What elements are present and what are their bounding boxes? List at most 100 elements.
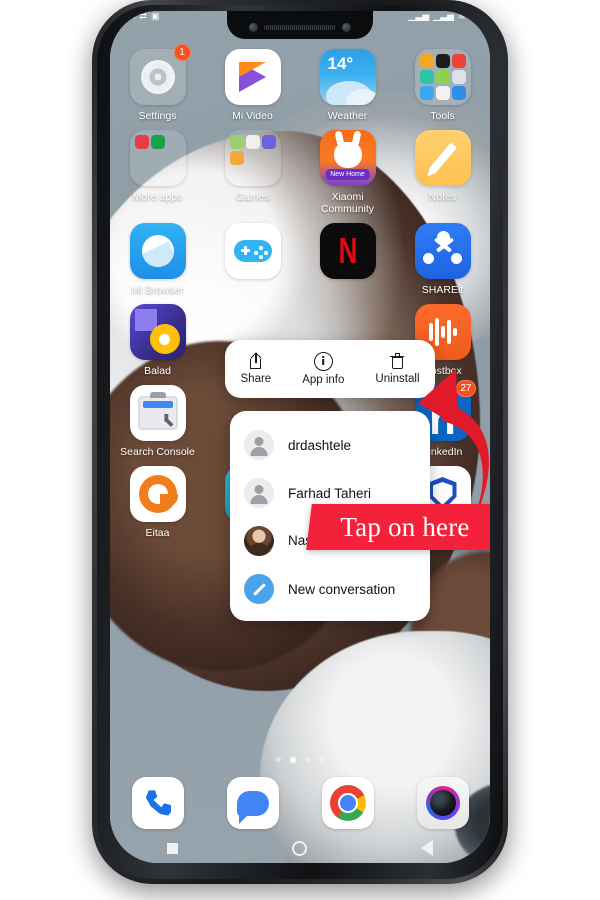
notch	[227, 11, 373, 39]
folder-more-apps[interactable]: More apps	[115, 130, 201, 215]
dock-app-messages[interactable]	[210, 777, 296, 829]
annotation-banner-text: Tap on here	[340, 511, 470, 542]
app-label: Mi Browser	[131, 284, 184, 296]
status-bar-right: ▁▃▅ ▁▃▅ ≋ ▭	[408, 11, 478, 21]
context-menu-label: Share	[240, 373, 272, 385]
app-mi-browser[interactable]: Mi Browser	[115, 223, 201, 296]
app-notes[interactable]: Notes	[400, 130, 486, 215]
balad-icon	[129, 304, 186, 360]
earpiece-speaker	[264, 25, 336, 30]
shareit-icon	[414, 223, 471, 279]
app-settings[interactable]: 1 Settings	[115, 44, 201, 122]
dock-app-chrome[interactable]	[305, 777, 391, 829]
person-placeholder-avatar	[244, 430, 274, 460]
battery-icon: ▭	[469, 11, 478, 21]
weather-temperature: 14°	[327, 54, 354, 73]
app-xiaomi-community[interactable]: New Home Xiaomi Community	[305, 130, 391, 215]
signal-icon: ▁▃▅	[408, 11, 430, 21]
wifi-icon: ≋	[457, 11, 466, 21]
app-row: 1 Settings Mi Video 14° Weather Tools	[110, 44, 490, 122]
app-mi-video[interactable]: Mi Video	[210, 49, 296, 122]
app-context-menu: Share App info Uninstall	[225, 340, 435, 398]
dock-app-phone[interactable]	[115, 777, 201, 829]
shortcut-label: drdashtele	[288, 437, 352, 453]
pencil-icon	[244, 574, 274, 604]
triangle-icon[interactable]	[421, 840, 433, 856]
app-label: Games	[235, 191, 270, 203]
app-row: Mi Browser N SHAREit	[110, 223, 490, 296]
status-bar-left: AM ⇄ ▣	[122, 11, 160, 21]
person-placeholder-avatar	[244, 478, 274, 508]
clock-meridiem: AM	[122, 11, 136, 21]
app-label: Weather	[327, 110, 368, 122]
eitaa-icon	[129, 466, 186, 522]
page-dot[interactable]	[319, 757, 324, 762]
phone-screen: AM ⇄ ▣ ▁▃▅ ▁▃▅ ≋ ▭ 1 Settings Mi Video 1…	[110, 11, 490, 863]
app-weather[interactable]: 14° Weather	[305, 49, 391, 122]
weather-icon: 14°	[319, 49, 376, 105]
linkedin-badge: 27	[456, 380, 476, 397]
shortcut-item-new-conversation[interactable]: New conversation	[230, 565, 430, 613]
folder-games[interactable]: Games	[210, 130, 296, 215]
sync-icon: ⇄	[139, 11, 148, 21]
settings-badge: 1	[173, 44, 191, 61]
app-shareit[interactable]: SHAREit	[400, 223, 486, 296]
dock	[110, 777, 490, 829]
search-console-icon	[129, 385, 186, 441]
share-icon	[247, 352, 264, 370]
shortcut-label: New conversation	[288, 581, 396, 597]
xiaomi-community-icon: New Home	[319, 130, 376, 186]
screenshot-root: AM ⇄ ▣ ▁▃▅ ▁▃▅ ≋ ▭ 1 Settings Mi Video 1…	[0, 0, 600, 900]
tools-folder-icon	[414, 49, 471, 105]
app-label: Tools	[430, 110, 455, 122]
app-label: Settings	[138, 110, 177, 122]
context-menu-uninstall[interactable]: Uninstall	[375, 353, 420, 385]
circle-icon[interactable]	[292, 840, 307, 856]
shortcut-item-drdashtele[interactable]: drdashtele	[230, 421, 430, 469]
signal-icon-2: ▁▃▅	[433, 11, 454, 21]
app-row: More apps Games New Home Xiaomi Communit…	[110, 130, 490, 215]
app-game-center[interactable]	[210, 223, 296, 296]
annotation-banner: Tap on here	[306, 504, 490, 550]
dock-app-camera[interactable]	[400, 777, 486, 829]
app-label: Mi Video	[232, 110, 273, 122]
app-search-console[interactable]: Search Console	[115, 385, 201, 458]
page-dot-active[interactable]	[290, 757, 296, 763]
app-label: Notes	[428, 191, 457, 203]
mi-browser-icon	[129, 223, 186, 279]
games-folder-icon	[224, 130, 281, 186]
new-home-ribbon: New Home	[325, 169, 370, 180]
context-menu-share[interactable]: Share	[240, 352, 272, 385]
app-label: SHAREit	[421, 284, 464, 296]
camera-icon	[416, 777, 469, 829]
sim-icon: ▣	[151, 11, 160, 21]
netflix-icon: N	[319, 223, 376, 279]
chrome-icon	[321, 777, 374, 829]
app-label: More apps	[132, 191, 183, 203]
page-dot[interactable]	[305, 757, 310, 762]
notes-icon	[414, 130, 471, 186]
context-menu-app-info[interactable]: App info	[302, 352, 344, 386]
page-indicator	[110, 757, 490, 763]
page-dot[interactable]	[276, 757, 281, 762]
app-label: Balad	[144, 365, 171, 377]
front-camera-icon	[249, 23, 258, 32]
app-label: Eitaa	[145, 527, 170, 539]
game-center-icon	[224, 223, 281, 279]
app-label: Xiaomi Community	[320, 191, 375, 215]
app-eitaa[interactable]: Eitaa	[115, 466, 201, 539]
messages-icon	[226, 777, 279, 829]
trash-icon	[389, 353, 406, 370]
phone-icon	[131, 777, 184, 829]
photo-avatar	[244, 526, 274, 556]
context-menu-label: Uninstall	[375, 373, 420, 385]
info-icon	[313, 352, 333, 371]
shortcut-label: Farhad Taheri	[288, 485, 372, 501]
more-apps-folder-icon	[129, 130, 186, 186]
mi-video-icon	[224, 49, 281, 105]
folder-tools[interactable]: Tools	[400, 49, 486, 122]
context-menu-label: App info	[302, 374, 345, 386]
square-icon[interactable]	[167, 842, 178, 854]
app-netflix[interactable]: N	[305, 223, 391, 296]
app-balad[interactable]: Balad	[115, 304, 201, 377]
